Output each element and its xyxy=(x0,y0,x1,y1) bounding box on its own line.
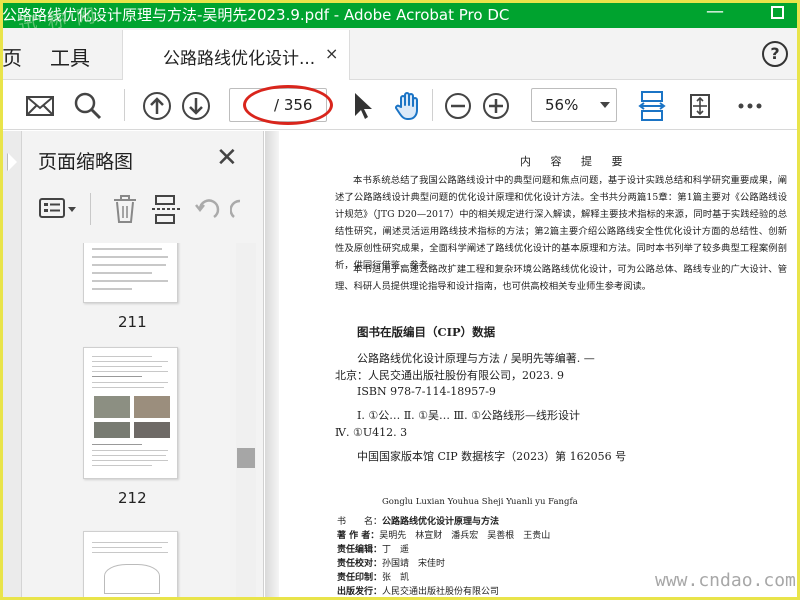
credit-value: 孙国靖 宋佳时 xyxy=(382,559,446,569)
panel-toolbar-divider xyxy=(90,193,91,225)
highlight-annotation-ellipse xyxy=(243,85,333,125)
summary-paragraph: 本书适用于高速公路改扩建工程和复杂环境公路路线优化设计，可为公路总体、路线专业的… xyxy=(335,264,787,292)
full-screen-icon[interactable] xyxy=(684,90,716,122)
thumbnail-options-icon[interactable] xyxy=(38,193,78,225)
cip-line: 北京：人民交通出版社股份有限公司，2023. 9 xyxy=(335,369,564,382)
page-thumbnail-number: 211 xyxy=(118,313,147,331)
zoom-out-icon[interactable] xyxy=(442,90,474,122)
expand-pane-icon[interactable] xyxy=(8,153,17,171)
panel-title: 页面缩略图 xyxy=(38,151,134,173)
help-button[interactable]: ? xyxy=(762,41,788,67)
cip-line: 中国国家版本馆 CIP 数据核字（2023）第 162056 号 xyxy=(357,450,627,463)
document-tab-label: 公路路线优化设计... xyxy=(163,49,316,69)
figure-image xyxy=(94,396,130,418)
cip-line: Ⅰ. ①公… Ⅱ. ①吴… Ⅲ. ①公路线形—线形设计 xyxy=(357,409,580,422)
figure-image xyxy=(94,422,130,438)
menu-home[interactable]: 页 xyxy=(2,42,22,71)
credit-value: 公路路线优化设计原理与方法 xyxy=(382,517,500,527)
hand-tool-icon[interactable] xyxy=(392,90,424,122)
credit-line: 责任编辑：丁 遥 xyxy=(337,542,409,555)
rotate-right-icon[interactable] xyxy=(230,193,242,225)
credit-label: 出版发行： xyxy=(337,587,383,597)
title-bar: 公路路线优化设计原理与方法-吴明先2023.9.pdf - Adobe Acro… xyxy=(0,0,800,37)
figure-diagram xyxy=(104,564,160,594)
menu-tab-bar: 页 工具 公路路线优化设计... × ? xyxy=(0,28,800,80)
menu-tools[interactable]: 工具 xyxy=(50,42,90,71)
credit-line: 责任印制：张 凯 xyxy=(337,570,409,583)
credit-line: 责任校对：孙国靖 宋佳时 xyxy=(337,556,445,569)
delete-page-icon[interactable] xyxy=(110,193,140,225)
credit-value: 张 凯 xyxy=(382,573,410,583)
site-watermark: www.cndao.com xyxy=(655,570,796,591)
credit-value: 吴明先 林宣财 潘兵宏 吴善根 王贵山 xyxy=(379,531,551,541)
thumbnail-scrollbar[interactable] xyxy=(236,243,256,600)
chevron-down-icon xyxy=(600,102,610,108)
maximize-button[interactable] xyxy=(765,2,789,24)
extract-page-icon[interactable] xyxy=(150,193,182,225)
zoom-value: 56% xyxy=(545,96,579,114)
credit-line: 出版发行：人民交通出版社股份有限公司 xyxy=(337,584,499,597)
tab-close-button[interactable]: × xyxy=(325,44,338,63)
page-thumbnail[interactable] xyxy=(83,347,178,479)
fit-width-icon[interactable] xyxy=(636,90,668,122)
more-options-icon[interactable] xyxy=(734,90,766,122)
rotate-left-icon[interactable] xyxy=(192,193,222,225)
minimize-button[interactable]: — xyxy=(703,2,727,24)
scrollbar-thumb[interactable] xyxy=(237,448,255,468)
previous-page-icon[interactable] xyxy=(141,90,173,122)
zoom-dropdown[interactable]: 56% xyxy=(531,88,617,122)
cip-title: 图书在版编目（CIP）数据 xyxy=(357,325,496,339)
toolbar-divider xyxy=(124,89,125,121)
page-thumbnails-panel: 页面缩略图 ✕ 211 212 xyxy=(0,131,264,600)
search-icon[interactable] xyxy=(72,90,104,122)
pdf-page: 内 容 提 要 本书系统总结了我国公路路线设计中的典型问题和焦点问题，基于设计实… xyxy=(280,131,800,600)
cip-line: Ⅳ. ①U412. 3 xyxy=(335,426,408,439)
thumbnail-list: 211 212 xyxy=(23,243,236,600)
credit-label: 著 作 者： xyxy=(337,531,380,541)
credit-label: 书 名： xyxy=(337,517,383,527)
cip-line: ISBN 978-7-114-18957-9 xyxy=(357,385,496,398)
page-thumbnail-number: 212 xyxy=(118,489,147,507)
nav-pane-strip xyxy=(0,131,22,600)
toolbar: / 356 56% xyxy=(0,80,800,130)
credit-line: 著 作 者：吴明先 林宣财 潘兵宏 吴善根 王贵山 xyxy=(337,528,550,541)
figure-image xyxy=(134,396,170,418)
maximize-icon xyxy=(770,6,784,19)
figure-image xyxy=(134,422,170,438)
summary-heading: 内 容 提 要 xyxy=(520,155,631,168)
page-thumbnail[interactable] xyxy=(83,531,178,600)
panel-close-button[interactable]: ✕ xyxy=(216,143,238,173)
credit-value: 人民交通出版社股份有限公司 xyxy=(382,587,500,597)
summary-paragraph: 本书系统总结了我国公路路线设计中的典型问题和焦点问题，基于设计实践总结和科学研究… xyxy=(335,175,787,271)
document-tab[interactable]: 公路路线优化设计... × xyxy=(122,30,350,80)
page-thumbnail[interactable] xyxy=(83,243,178,303)
toolbar-divider xyxy=(432,89,433,121)
page-edge-shadow xyxy=(265,131,279,600)
credit-label: 责任编辑： xyxy=(337,545,383,555)
credit-line: 书 名：公路路线优化设计原理与方法 xyxy=(337,514,499,527)
credit-label: 责任印制： xyxy=(337,573,383,583)
zoom-in-icon[interactable] xyxy=(480,90,512,122)
next-page-icon[interactable] xyxy=(180,90,212,122)
pinyin-title: Gonglu Luxian Youhua Sheji Yuanli yu Fan… xyxy=(382,497,578,507)
cip-line: 公路路线优化设计原理与方法 / 吴明先等编著. — xyxy=(357,352,595,365)
credit-label: 责任校对： xyxy=(337,559,383,569)
email-icon[interactable] xyxy=(24,90,56,122)
select-cursor-icon[interactable] xyxy=(346,90,378,122)
credit-value: 丁 遥 xyxy=(382,545,410,555)
